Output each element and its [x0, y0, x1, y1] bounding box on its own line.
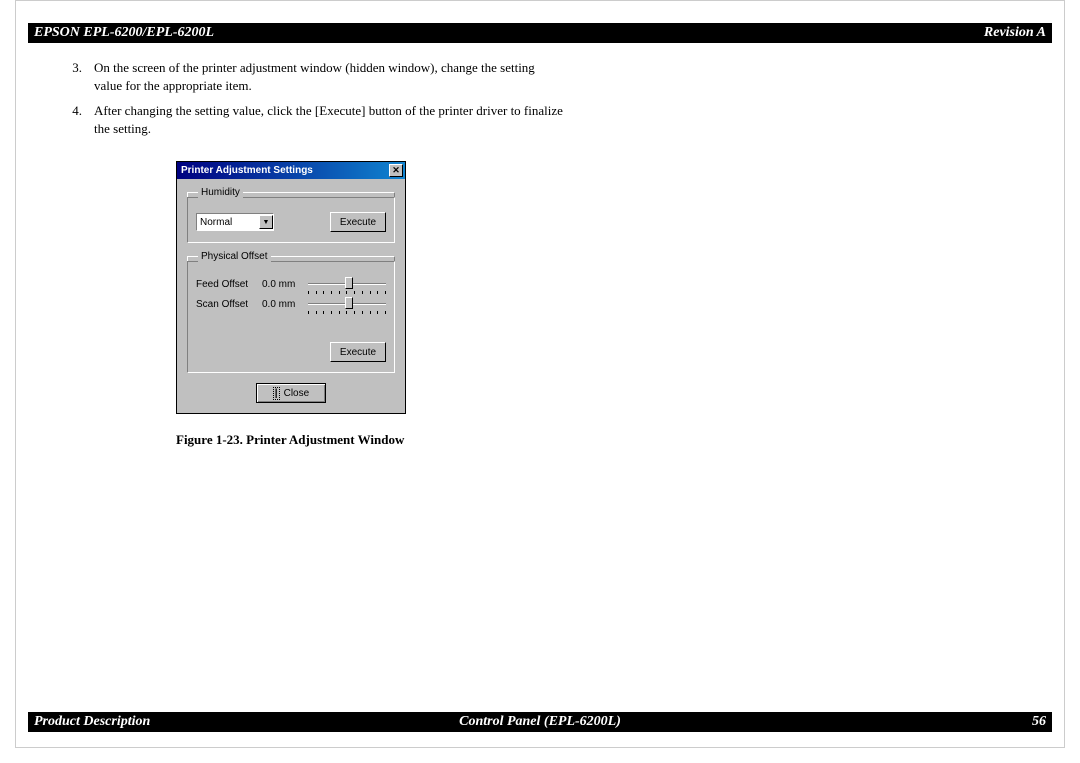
scan-offset-label: Scan Offset [196, 299, 254, 310]
execute-button[interactable]: Execute [330, 212, 386, 232]
slider-thumb-icon[interactable] [345, 277, 353, 289]
footer-page-number: 56 [1032, 714, 1046, 730]
feed-offset-value: 0.0 mm [262, 279, 300, 290]
footer-left: Product Description [34, 714, 150, 730]
humidity-legend: Humidity [198, 187, 243, 198]
step-text: On the screen of the printer adjustment … [94, 59, 566, 94]
scan-offset-value: 0.0 mm [262, 299, 300, 310]
page-footer: Product Description Control Panel (EPL-6… [28, 712, 1052, 732]
document-page: EPSON EPL-6200/EPL-6200L Revision A 3. O… [15, 0, 1065, 748]
close-icon[interactable]: ✕ [389, 164, 403, 177]
figure: Printer Adjustment Settings ✕ Humidity N… [176, 161, 406, 448]
physical-offset-legend: Physical Offset [198, 251, 271, 262]
page-header: EPSON EPL-6200/EPL-6200L Revision A [28, 23, 1052, 43]
humidity-group: Humidity Normal ▼ Execute [187, 187, 395, 243]
dialog-titlebar[interactable]: Printer Adjustment Settings ✕ [177, 162, 405, 179]
figure-caption: Figure 1-23. Printer Adjustment Window [176, 432, 406, 448]
chevron-down-icon[interactable]: ▼ [259, 215, 273, 229]
step-number: 4. [66, 102, 94, 137]
header-right: Revision A [984, 25, 1046, 41]
dialog-window: Printer Adjustment Settings ✕ Humidity N… [176, 161, 406, 414]
humidity-dropdown[interactable]: Normal ▼ [196, 213, 274, 231]
step-text: After changing the setting value, click … [94, 102, 566, 137]
dialog-body: Humidity Normal ▼ Execute Physical Offse… [177, 179, 405, 413]
feed-offset-slider[interactable] [308, 276, 386, 292]
close-button[interactable]: | Close [256, 383, 326, 403]
footer-center: Control Panel (EPL-6200L) [459, 714, 621, 730]
slider-thumb-icon[interactable] [345, 297, 353, 309]
humidity-value: Normal [200, 217, 232, 228]
dialog-title: Printer Adjustment Settings [181, 165, 313, 176]
physical-offset-group: Physical Offset Feed Offset 0.0 mm Scan … [187, 251, 395, 373]
step-item: 4. After changing the setting value, cli… [66, 102, 566, 137]
execute-button[interactable]: Execute [330, 342, 386, 362]
body-text: 3. On the screen of the printer adjustme… [66, 59, 566, 145]
feed-offset-label: Feed Offset [196, 279, 254, 290]
scan-offset-slider[interactable] [308, 296, 386, 312]
step-item: 3. On the screen of the printer adjustme… [66, 59, 566, 94]
step-number: 3. [66, 59, 94, 94]
header-left: EPSON EPL-6200/EPL-6200L [34, 25, 214, 41]
